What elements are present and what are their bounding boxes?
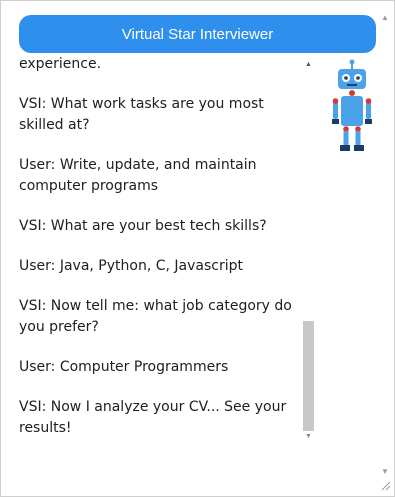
arrow-up-icon[interactable]: ▲ xyxy=(381,13,389,22)
chat-widget: Virtual Star Interviewer VSI: Please tel… xyxy=(0,0,395,497)
chat-header: Virtual Star Interviewer xyxy=(19,15,376,53)
arrow-up-icon[interactable]: ▲ xyxy=(305,61,312,68)
chat-log[interactable]: VSI: Please tell me your work experience… xyxy=(13,53,311,441)
chat-message: VSI: What are your best tech skills? xyxy=(19,218,267,234)
arrow-down-icon[interactable]: ▼ xyxy=(381,467,389,476)
chat-message: User: Write, update, and maintain comput… xyxy=(19,157,257,194)
chat-message: User: Computer Programmers xyxy=(19,359,229,375)
chat-message: VSI: Now I analyze your CV... See your r… xyxy=(19,399,287,436)
robot-icon xyxy=(332,59,372,151)
chat-message: VSI: Please tell me your work experience… xyxy=(19,56,102,72)
arrow-down-icon[interactable]: ▼ xyxy=(305,433,312,440)
resize-grip-icon[interactable] xyxy=(379,479,391,491)
chat-message: VSI: Now tell me: what job category do y… xyxy=(19,298,292,335)
chat-title: Virtual Star Interviewer xyxy=(121,25,274,43)
chat-log-content: VSI: Please tell me your work experience… xyxy=(13,53,303,441)
chat-scrollbar-thumb[interactable] xyxy=(303,321,314,431)
chat-message: User: Java, Python, C, Javascript xyxy=(19,258,243,274)
chat-message: VSI: What work tasks are you most skille… xyxy=(19,96,264,133)
